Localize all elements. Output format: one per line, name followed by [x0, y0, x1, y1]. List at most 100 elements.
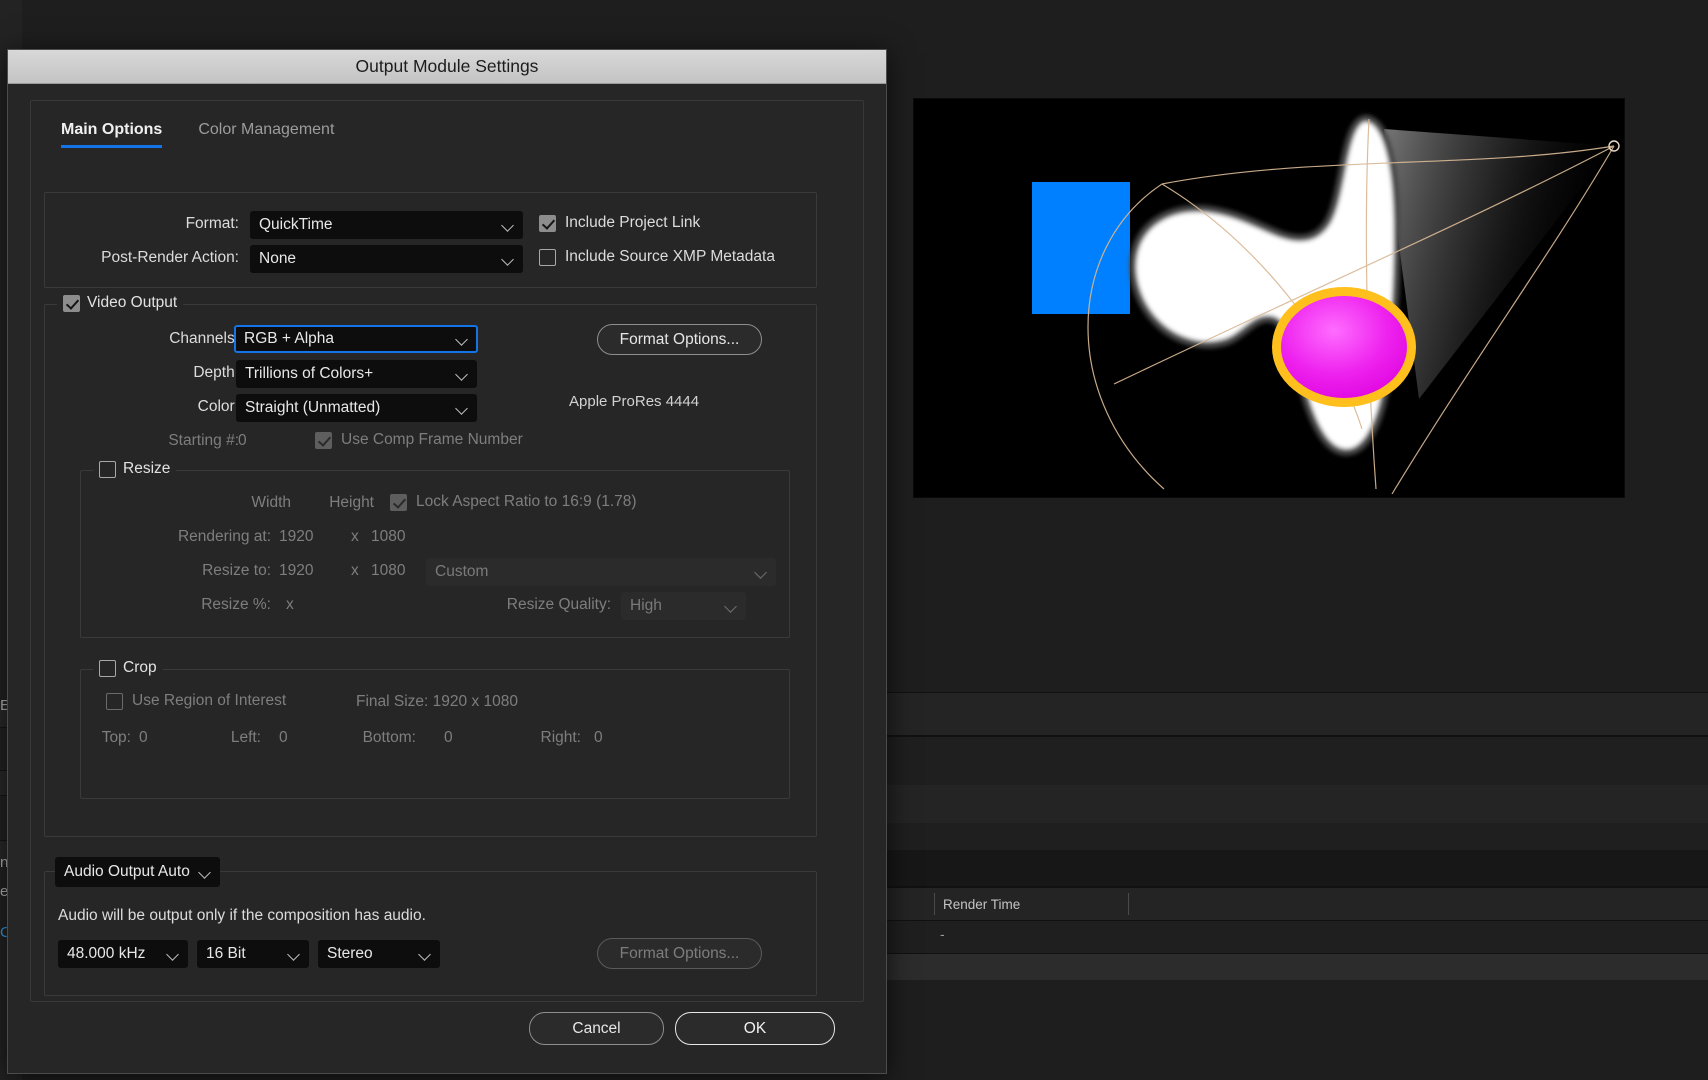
crop-right-value[interactable]: 0: [594, 729, 603, 747]
channels-label: Channels:: [69, 330, 239, 348]
channels-select[interactable]: RGB + Alpha: [234, 325, 478, 353]
crop-title-row[interactable]: Crop: [93, 659, 163, 677]
preview-canvas: [914, 99, 1624, 497]
crop-bottom-label: Bottom:: [326, 729, 416, 747]
tab-main-options[interactable]: Main Options: [61, 121, 162, 148]
crop-top-value[interactable]: 0: [139, 729, 148, 747]
rendering-x-separator: x: [351, 528, 359, 546]
format-select[interactable]: QuickTime: [250, 211, 523, 239]
chevron-down-icon: [199, 866, 211, 878]
include-xmp-label: Include Source XMP Metadata: [565, 248, 775, 266]
include-project-link-checkbox[interactable]: [539, 215, 556, 232]
audio-format-options-label: Format Options...: [620, 945, 740, 963]
resize-x-separator: x: [351, 562, 359, 580]
format-select-value: QuickTime: [259, 216, 502, 234]
codec-note: Apple ProRes 4444: [569, 393, 699, 410]
resize-checkbox[interactable]: [99, 461, 116, 478]
magenta-circle-layer: [1272, 287, 1416, 407]
ok-button[interactable]: OK: [675, 1012, 835, 1045]
crop-group: Crop Use Region of Interest Final Size: …: [80, 669, 790, 799]
resize-group: Resize Width Height Lock Aspect Ratio to…: [80, 470, 790, 638]
crop-bottom-value[interactable]: 0: [444, 729, 453, 747]
composition-preview-viewer[interactable]: [913, 98, 1625, 498]
tab-strip: Main Options Color Management: [31, 101, 863, 148]
crop-left-value[interactable]: 0: [279, 729, 288, 747]
channels-select-value: RGB + Alpha: [244, 330, 456, 348]
chevron-down-icon: [502, 219, 514, 231]
final-size-label: Final Size: 1920 x 1080: [356, 693, 656, 711]
resize-preset-value: Custom: [435, 563, 755, 581]
use-region-of-interest-label: Use Region of Interest: [132, 692, 286, 710]
audio-format-options-button[interactable]: Format Options...: [597, 938, 762, 969]
resize-title-row[interactable]: Resize: [93, 460, 176, 478]
include-project-link-row[interactable]: Include Project Link: [539, 214, 700, 232]
crop-top-label: Top:: [71, 729, 131, 747]
audio-output-select[interactable]: Audio Output Auto: [55, 857, 220, 887]
chevron-down-icon: [288, 948, 300, 960]
audio-bit-depth-value: 16 Bit: [206, 945, 288, 963]
audio-sample-rate-select[interactable]: 48.000 kHz: [58, 940, 188, 968]
ok-button-label: OK: [744, 1020, 766, 1038]
lock-aspect-ratio-row[interactable]: Lock Aspect Ratio to 16:9 (1.78): [390, 493, 637, 511]
render-time-column-header[interactable]: Render Time: [943, 897, 1020, 912]
chevron-down-icon: [167, 948, 179, 960]
use-comp-frame-number-checkbox[interactable]: [315, 432, 332, 449]
video-output-checkbox[interactable]: [63, 295, 80, 312]
render-time-value: -: [940, 926, 945, 942]
audio-output-title-row: Audio Output Auto: [55, 857, 220, 887]
dialog-title: Output Module Settings: [356, 56, 539, 77]
depth-select-value: Trillions of Colors+: [245, 365, 456, 383]
use-comp-frame-number-row[interactable]: Use Comp Frame Number: [315, 431, 523, 449]
depth-select[interactable]: Trillions of Colors+: [236, 360, 477, 388]
video-format-options-button[interactable]: Format Options...: [597, 324, 762, 355]
chevron-down-icon: [725, 600, 737, 612]
include-xmp-checkbox[interactable]: [539, 249, 556, 266]
width-header: Width: [211, 494, 291, 512]
starting-number-value[interactable]: 0: [238, 432, 247, 450]
use-region-of-interest-checkbox[interactable]: [106, 693, 123, 710]
resize-percent-label: Resize %:: [81, 596, 271, 614]
color-label: Color:: [69, 398, 239, 416]
use-region-of-interest-row[interactable]: Use Region of Interest: [106, 692, 286, 710]
chevron-down-icon: [419, 948, 431, 960]
video-format-options-label: Format Options...: [620, 331, 740, 349]
dialog-titlebar: Output Module Settings: [8, 50, 886, 84]
post-render-action-select[interactable]: None: [250, 245, 523, 273]
include-xmp-row[interactable]: Include Source XMP Metadata: [539, 248, 775, 266]
post-render-action-value: None: [259, 250, 502, 268]
color-select-value: Straight (Unmatted): [245, 399, 456, 417]
chevron-down-icon: [502, 253, 514, 265]
use-comp-frame-number-label: Use Comp Frame Number: [341, 431, 523, 449]
audio-bit-depth-select[interactable]: 16 Bit: [197, 940, 309, 968]
audio-channels-value: Stereo: [327, 945, 419, 963]
resize-height-value[interactable]: 1080: [371, 562, 405, 580]
crop-checkbox[interactable]: [99, 660, 116, 677]
tab-panel: Main Options Color Management Format: Qu…: [30, 100, 864, 1002]
crop-right-label: Right:: [501, 729, 581, 747]
output-module-settings-dialog: Output Module Settings Main Options Colo…: [7, 49, 887, 1074]
resize-preset-select[interactable]: Custom: [426, 558, 776, 586]
audio-channels-select[interactable]: Stereo: [318, 940, 440, 968]
resize-quality-select[interactable]: High: [621, 592, 746, 620]
audio-sample-rate-value: 48.000 kHz: [67, 945, 167, 963]
audio-note: Audio will be output only if the composi…: [58, 907, 426, 925]
chevron-down-icon: [456, 368, 468, 380]
resize-quality-label: Resize Quality:: [431, 596, 611, 614]
cancel-button[interactable]: Cancel: [529, 1012, 664, 1045]
video-output-title: Video Output: [87, 294, 177, 312]
format-group: Format: QuickTime Post-Render Action: No…: [44, 192, 817, 288]
color-select[interactable]: Straight (Unmatted): [236, 394, 477, 422]
lock-aspect-ratio-label: Lock Aspect Ratio to 16:9 (1.78): [416, 493, 637, 511]
blue-rect-layer: [1032, 182, 1130, 314]
resize-percent-x-separator: x: [286, 596, 294, 614]
depth-label: Depth:: [69, 364, 239, 382]
resize-width-value[interactable]: 1920: [279, 562, 313, 580]
rendering-width-value: 1920: [279, 528, 313, 546]
tab-color-management[interactable]: Color Management: [198, 121, 334, 148]
audio-output-group: Audio Output Auto Audio will be output o…: [44, 871, 817, 996]
starting-number-label: Starting #:: [69, 432, 239, 450]
video-output-title-row[interactable]: Video Output: [57, 294, 183, 312]
tab-color-management-label: Color Management: [198, 121, 334, 138]
preview-artwork: [914, 99, 1624, 497]
lock-aspect-ratio-checkbox[interactable]: [390, 494, 407, 511]
